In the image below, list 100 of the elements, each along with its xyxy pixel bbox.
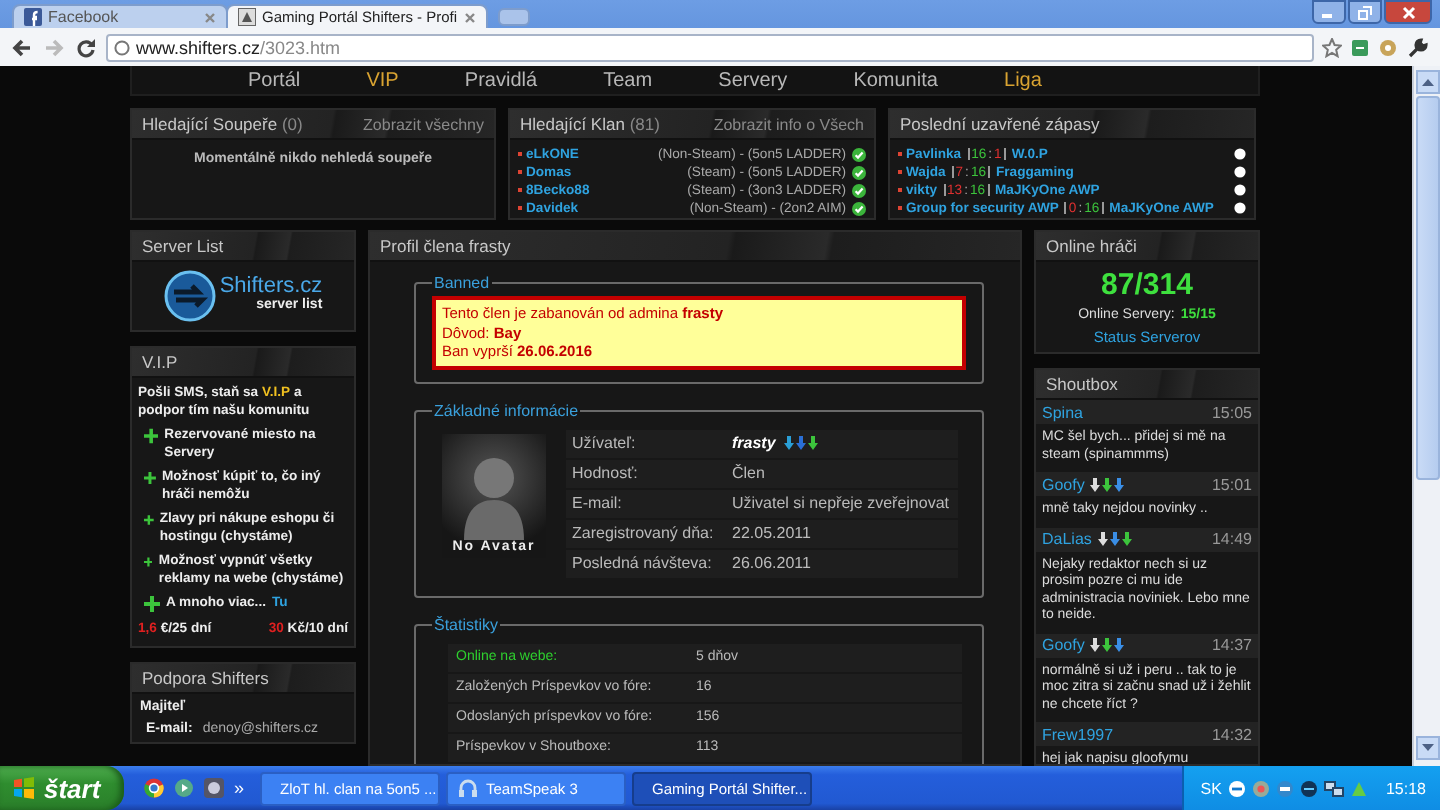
reload-icon — [76, 37, 96, 57]
status-dot-icon — [1234, 166, 1246, 178]
nav-link[interactable]: VIP — [366, 69, 399, 91]
status-dot-icon — [1234, 148, 1246, 160]
post-author[interactable]: DaLias — [1042, 530, 1092, 548]
check-icon — [852, 201, 866, 215]
field-label: Užívateľ: — [570, 434, 638, 452]
reload-button[interactable] — [74, 37, 98, 57]
restore-icon — [1358, 5, 1372, 19]
post-author[interactable]: Goofy — [1042, 475, 1085, 493]
clock: 15:18 — [1385, 779, 1426, 797]
scrollbar[interactable] — [1412, 66, 1440, 766]
panel-title: Poslední uzavřené zápasy — [900, 114, 1100, 134]
post-author[interactable]: Frew1997 — [1042, 725, 1114, 743]
show-all-link[interactable]: Zobrazit všechny — [363, 115, 484, 133]
status-dot-icon — [1234, 202, 1246, 214]
close-icon — [1401, 5, 1415, 19]
address-bar[interactable]: www.shifters.cz/3023.htm — [106, 33, 1314, 61]
username: frasty — [732, 434, 776, 452]
scroll-up-button[interactable] — [1415, 70, 1439, 94]
scrollbar-thumb[interactable] — [1415, 96, 1439, 480]
back-button[interactable] — [10, 37, 34, 57]
extension-icon — [1378, 37, 1398, 57]
field-value: Uživatel si nepřeje zveřejnovat — [732, 494, 949, 512]
close-icon — [463, 11, 476, 23]
tray-icon — [1275, 779, 1294, 797]
post-author[interactable]: Goofy — [1042, 636, 1085, 654]
check-icon — [852, 165, 866, 179]
post-time: 14:37 — [1211, 636, 1252, 654]
settings-button[interactable] — [1406, 37, 1430, 57]
nav-link[interactable]: Liga — [1004, 69, 1042, 91]
field-label: Hodnosť: — [570, 464, 640, 482]
panel-title: Online hráči — [1046, 236, 1137, 256]
field-label: Zaregistrovaný dňa: — [570, 524, 716, 542]
panel-title: V.I.P — [142, 352, 178, 372]
post-time: 14:32 — [1211, 725, 1252, 743]
field-value: Člen — [732, 464, 765, 482]
plus-icon — [144, 554, 153, 570]
nav-link[interactable]: Servery — [718, 69, 788, 91]
forward-arrow-icon — [44, 37, 64, 57]
logo-title: Shifters.cz — [219, 278, 323, 296]
restore-button[interactable] — [1348, 0, 1382, 24]
section-legend: Štatistiky — [432, 615, 501, 633]
media-icon — [174, 778, 194, 798]
nav-link[interactable]: Portál — [248, 69, 301, 91]
quick-launch-button[interactable] — [204, 778, 224, 798]
section-legend: Banned — [432, 274, 492, 292]
windows-flag-icon — [12, 776, 36, 800]
language-indicator[interactable]: SK — [1200, 779, 1222, 797]
favicon-icon — [238, 8, 256, 26]
post-time: 14:49 — [1211, 530, 1252, 548]
nav-link[interactable]: Komunita — [853, 69, 938, 91]
plus-icon — [144, 428, 159, 444]
post-author[interactable]: Spina — [1042, 403, 1083, 421]
field-label: E-mail: — [570, 494, 624, 512]
nav-link[interactable]: Pravidlá — [464, 69, 538, 91]
nav-link[interactable]: Team — [603, 69, 653, 91]
tray-icon — [1227, 779, 1246, 797]
minimize-button[interactable] — [1312, 0, 1346, 24]
player-count: 87/314 — [1101, 268, 1193, 302]
post-time: 15:01 — [1211, 475, 1252, 493]
window-icon — [204, 778, 224, 798]
quick-launch-button[interactable] — [174, 778, 194, 798]
start-button[interactable]: štart — [0, 766, 124, 810]
field-value: 22.05.2011 — [732, 524, 811, 542]
plus-icon — [144, 470, 156, 486]
tray-icon — [1349, 779, 1368, 797]
section-legend: Základné informácie — [432, 401, 581, 419]
plus-icon — [144, 596, 160, 612]
panel-title: Profil člena frasty — [380, 236, 511, 256]
close-icon — [204, 11, 216, 23]
extension-icon — [1350, 37, 1370, 57]
browser-tab[interactable]: Facebook — [12, 4, 228, 28]
plus-icon — [144, 512, 154, 528]
more-button[interactable]: » — [234, 778, 245, 798]
quick-launch-button[interactable] — [144, 778, 164, 798]
network-icon — [1323, 779, 1344, 797]
up-arrow-icon — [1421, 78, 1433, 86]
headset-icon — [458, 778, 479, 798]
check-icon — [852, 147, 866, 161]
page-icon — [114, 39, 130, 55]
wrench-icon — [1408, 37, 1428, 57]
post-time: 15:05 — [1211, 403, 1252, 421]
scroll-down-button[interactable] — [1415, 736, 1439, 760]
tray-icon — [1251, 779, 1270, 797]
panel-title: Shoutbox — [1046, 374, 1118, 394]
globe-emblem-icon — [163, 270, 216, 322]
panel-title: Podpora Shifters — [142, 668, 269, 688]
panel-title: Server List — [142, 236, 224, 256]
back-arrow-icon — [12, 37, 32, 57]
down-arrow-icon — [1421, 744, 1433, 752]
field-label: Posledná návšteva: — [570, 554, 714, 572]
status-dot-icon — [1234, 184, 1246, 196]
close-button[interactable] — [1384, 0, 1432, 24]
field-value: 26.06.2011 — [732, 554, 811, 572]
browser-icon — [144, 778, 164, 798]
panel-title: Hledající Soupeře (0) — [142, 114, 303, 134]
tray-icon — [1299, 779, 1318, 797]
show-all-link[interactable]: Zobrazit info o Všech — [713, 115, 864, 133]
url-text: www.shifters.cz/3023.htm — [136, 37, 341, 57]
